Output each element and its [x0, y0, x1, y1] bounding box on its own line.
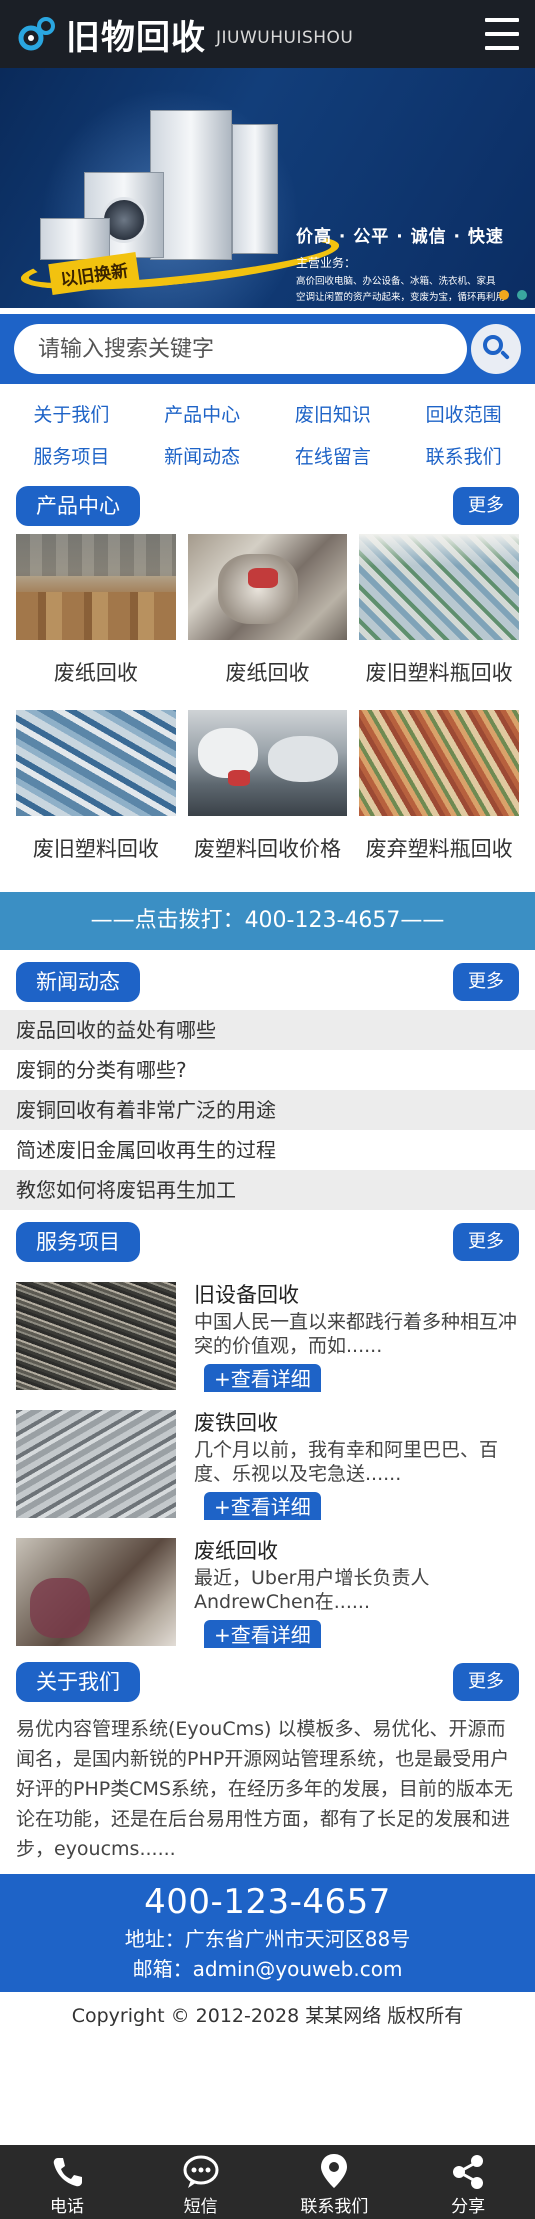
section-title: 服务项目: [16, 1222, 140, 1262]
tab-label: 分享: [451, 2197, 486, 2217]
view-details-button[interactable]: +查看详细: [204, 1364, 321, 1392]
menu-icon[interactable]: [485, 18, 519, 50]
bottom-tabbar: 电话 短信 联系我们 分享: [0, 2145, 535, 2219]
more-button[interactable]: 更多: [453, 1663, 519, 1701]
view-details-button[interactable]: +查看详细: [204, 1620, 321, 1648]
product-grid: 废纸回收 废纸回收 废旧塑料瓶回收 废旧塑料回收 废塑料回收价格 废弃塑料瓶回收: [0, 534, 535, 882]
location-icon: [321, 2154, 348, 2188]
message-icon: [183, 2155, 219, 2188]
section-title: 关于我们: [16, 1662, 140, 1702]
service-title[interactable]: 废铁回收: [194, 1410, 519, 1436]
phone-icon: [53, 2158, 82, 2187]
carousel-dots[interactable]: [499, 290, 527, 300]
nav-news[interactable]: 新闻动态: [137, 442, 268, 472]
about-text: 易优内容管理系统(EyouCms) 以模板多、易优化、开源而闻名，是国内新锐的P…: [16, 1718, 513, 1860]
logo-icon: [16, 12, 60, 56]
more-button[interactable]: 更多: [453, 487, 519, 525]
service-image[interactable]: [16, 1538, 176, 1646]
service-desc: 中国人民一直以来都践行着多种相互冲突的价值观，而如......: [194, 1311, 518, 1357]
product-name[interactable]: 废旧塑料回收: [16, 816, 176, 882]
banner-desc-heading: 主营业务：: [296, 256, 357, 270]
carousel-dot[interactable]: [517, 290, 527, 300]
footer-contact: 400-123-4657 地址：广东省广州市天河区88号 邮箱：admin@yo…: [0, 1874, 535, 1992]
section-title: 新闻动态: [16, 962, 140, 1002]
product-card[interactable]: 废旧塑料回收: [16, 710, 176, 882]
tab-contact[interactable]: 联系我们: [268, 2145, 402, 2219]
service-title[interactable]: 废纸回收: [194, 1538, 519, 1564]
product-card[interactable]: 废纸回收: [16, 534, 176, 706]
search-input[interactable]: [14, 324, 467, 374]
nav-about[interactable]: 关于我们: [6, 400, 137, 430]
product-name[interactable]: 废纸回收: [16, 640, 176, 706]
product-image[interactable]: [16, 534, 176, 640]
tab-label: 短信: [183, 2197, 218, 2217]
nav-message[interactable]: 在线留言: [268, 442, 399, 472]
banner-description: 高价回收电脑、办公设备、冰箱、洗衣机、家具 空调让闲置的资产动起来，变废为宝，循…: [296, 276, 506, 303]
section-title: 产品中心: [16, 486, 140, 526]
tab-label: 联系我们: [300, 2197, 369, 2217]
news-item[interactable]: 废品回收的益处有哪些: [0, 1010, 535, 1050]
news-item[interactable]: 教您如何将废铝再生加工: [0, 1170, 535, 1210]
service-image[interactable]: [16, 1282, 176, 1390]
site-header: 旧物回收 JIUWUHUISHOU: [0, 0, 535, 68]
product-name[interactable]: 废塑料回收价格: [188, 816, 348, 882]
copyright: Copyright © 2012-2028 某某网络 版权所有: [71, 2005, 464, 2027]
carousel-dot[interactable]: [499, 290, 509, 300]
tab-share[interactable]: 分享: [401, 2145, 535, 2219]
product-card[interactable]: 废旧塑料瓶回收: [359, 534, 519, 706]
product-card[interactable]: 废纸回收: [187, 534, 348, 706]
products-header: 产品中心 更多: [0, 478, 535, 534]
service-desc: 最近，Uber用户增长负责人AndrewChen在......: [194, 1567, 430, 1613]
hero-banner[interactable]: 以旧换新 价高 · 公平 · 诚信 · 快速 主营业务： 高价回收电脑、办公设备…: [0, 68, 535, 308]
product-name[interactable]: 废旧塑料瓶回收: [359, 640, 519, 706]
share-icon: [453, 2155, 484, 2189]
product-name[interactable]: 废纸回收: [188, 640, 348, 706]
service-item[interactable]: 废铁回收 几个月以前，我有幸和阿里巴巴、百度、乐视以及宅急送...... +查看…: [0, 1398, 535, 1526]
nav-contact[interactable]: 联系我们: [398, 442, 529, 472]
news-item[interactable]: 废铜的分类有哪些?: [0, 1050, 535, 1090]
news-list: 废品回收的益处有哪些 废铜的分类有哪些? 废铜回收有着非常广泛的用途 简述废旧金…: [0, 1010, 535, 1210]
product-image[interactable]: [187, 534, 348, 640]
tab-sms[interactable]: 短信: [134, 2145, 268, 2219]
news-item[interactable]: 简述废旧金属回收再生的过程: [0, 1130, 535, 1170]
services-header: 服务项目 更多: [0, 1214, 535, 1270]
product-name[interactable]: 废弃塑料瓶回收: [359, 816, 519, 882]
product-image[interactable]: [16, 710, 176, 816]
product-card[interactable]: 废塑料回收价格: [187, 710, 348, 882]
product-card[interactable]: 废弃塑料瓶回收: [359, 710, 519, 882]
product-image[interactable]: [187, 710, 348, 816]
logo-text: 旧物回收: [66, 17, 206, 58]
search-button[interactable]: [471, 324, 521, 374]
hotline-banner[interactable]: ——点击拨打：400-123-4657——: [0, 892, 535, 950]
service-title[interactable]: 旧设备回收: [194, 1282, 519, 1308]
service-image[interactable]: [16, 1410, 176, 1518]
service-item[interactable]: 旧设备回收 中国人民一直以来都践行着多种相互冲突的价值观，而如...... +查…: [0, 1270, 535, 1398]
nav-products[interactable]: 产品中心: [137, 400, 268, 430]
service-desc: 几个月以前，我有幸和阿里巴巴、百度、乐视以及宅急送......: [194, 1439, 499, 1485]
product-image[interactable]: [359, 534, 519, 640]
service-item[interactable]: 废纸回收 最近，Uber用户增长负责人AndrewChen在...... +查看…: [0, 1526, 535, 1654]
product-image[interactable]: [359, 710, 519, 816]
news-item[interactable]: 废铜回收有着非常广泛的用途: [0, 1090, 535, 1130]
tab-phone[interactable]: 电话: [0, 2145, 134, 2219]
search-bar: [0, 308, 535, 384]
footer-email[interactable]: 邮箱：admin@youweb.com: [0, 1954, 535, 1984]
nav-services[interactable]: 服务项目: [6, 442, 137, 472]
banner-title: 价高 · 公平 · 诚信 · 快速: [296, 227, 504, 247]
more-button[interactable]: 更多: [453, 963, 519, 1001]
news-header: 新闻动态 更多: [0, 954, 535, 1010]
about-header: 关于我们 更多: [0, 1654, 535, 1710]
main-nav: 关于我们 产品中心 废旧知识 回收范围 服务项目 新闻动态 在线留言 联系我们: [0, 384, 535, 478]
tab-label: 电话: [49, 2197, 84, 2217]
more-button[interactable]: 更多: [453, 1223, 519, 1261]
footer-phone[interactable]: 400-123-4657: [0, 1880, 535, 1924]
nav-knowledge[interactable]: 废旧知识: [268, 400, 399, 430]
nav-scope[interactable]: 回收范围: [398, 400, 529, 430]
logo-subtitle: JIUWUHUISHOU: [216, 28, 354, 48]
view-details-button[interactable]: +查看详细: [204, 1492, 321, 1520]
footer-address: 地址：广东省广州市天河区88号: [124, 1927, 411, 1951]
